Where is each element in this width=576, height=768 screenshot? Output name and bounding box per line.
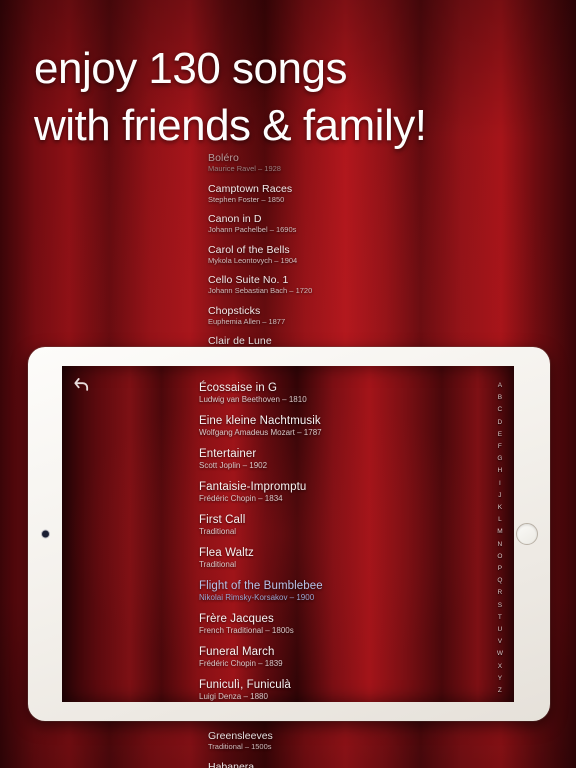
list-item: HabaneraGeorges Bizet – 1875	[208, 761, 508, 768]
tablet-device: Écossaise in G Ludwig van Beethoven – 181…	[28, 347, 550, 721]
alphabet-index-letter[interactable]: C	[498, 404, 503, 416]
list-item: Camptown Races Stephen Foster – 1850	[208, 183, 508, 205]
alphabet-index-letter[interactable]: Q	[497, 575, 502, 587]
alphabet-index-letter[interactable]: F	[498, 441, 502, 453]
alphabet-index[interactable]: ABCDEFGHIJKLMNOPQRSTUVWXYZ	[492, 380, 508, 697]
alphabet-index-letter[interactable]: T	[498, 612, 502, 624]
song-title: Carol of the Bells	[208, 243, 290, 256]
song-meta: Traditional	[199, 527, 237, 536]
song-meta: Maurice Ravel – 1928	[208, 164, 281, 173]
background-song-list-bottom: GreensleevesTraditional – 1500sHabaneraG…	[208, 730, 508, 768]
song-meta: Traditional	[199, 560, 237, 569]
song-title: Chopsticks	[208, 304, 261, 317]
alphabet-index-letter[interactable]: P	[498, 563, 503, 575]
alphabet-index-letter[interactable]: G	[497, 453, 502, 465]
song-title: Entertainer	[199, 448, 257, 460]
alphabet-index-letter[interactable]: O	[497, 551, 502, 563]
song-list-item[interactable]: Écossaise in G Ludwig van Beethoven – 181…	[197, 382, 447, 406]
song-title: Greensleeves	[208, 730, 273, 742]
alphabet-index-letter[interactable]: D	[498, 417, 503, 429]
song-title: Canon in D	[208, 213, 262, 225]
song-title: Habanera	[208, 760, 255, 768]
song-meta: Ludwig van Beethoven – 1810	[199, 395, 307, 404]
alphabet-index-letter[interactable]: S	[498, 600, 503, 612]
front-camera-dot	[42, 530, 49, 538]
alphabet-index-letter[interactable]: Z	[498, 685, 502, 697]
song-list-item[interactable]: Frère Jacques French Traditional – 1800s	[197, 613, 447, 637]
tablet-screen: Écossaise in G Ludwig van Beethoven – 181…	[62, 366, 514, 702]
list-item: Carol of the Bells Mykola Leontovych – 19…	[208, 244, 508, 266]
song-list[interactable]: Écossaise in G Ludwig van Beethoven – 181…	[197, 382, 447, 702]
song-title: Funeral March	[199, 646, 275, 658]
list-item: Canon in D Johann Pachelbel – 1690s	[208, 213, 508, 235]
song-meta: Frédéric Chopin – 1839	[199, 659, 283, 668]
list-item: Chopsticks Euphemia Allen – 1877	[208, 305, 508, 327]
alphabet-index-letter[interactable]: I	[499, 478, 501, 490]
song-title: First Call	[199, 514, 246, 526]
alphabet-index-letter[interactable]: V	[498, 636, 503, 648]
song-title: Clair de Lune	[208, 335, 272, 347]
alphabet-index-letter[interactable]: W	[497, 648, 503, 660]
alphabet-index-letter[interactable]: X	[498, 661, 503, 673]
alphabet-index-letter[interactable]: L	[498, 514, 502, 526]
song-title: Flight of the Bumblebee	[199, 580, 323, 592]
alphabet-index-letter[interactable]: M	[497, 526, 503, 538]
song-list-item[interactable]: Flight of the Bumblebee Nikolai Rimsky-Ko…	[197, 580, 447, 604]
alphabet-index-letter[interactable]: E	[498, 429, 503, 441]
page-title: enjoy 130 songs with friends & family!	[34, 40, 554, 154]
list-item: Cello Suite No. 1 Johann Sebastian Bach –…	[208, 274, 508, 296]
alphabet-index-letter[interactable]: J	[498, 490, 501, 502]
app-promo-screen: enjoy 130 songs with friends & family! B…	[0, 0, 576, 768]
song-title: Camptown Races	[208, 182, 293, 195]
back-arrow-icon[interactable]	[72, 374, 92, 394]
song-meta: Johann Pachelbel – 1690s	[208, 225, 297, 234]
list-item: Greensleeves Traditional – 1500s	[208, 730, 508, 752]
list-item: Boléro Maurice Ravel – 1928	[208, 152, 508, 174]
song-meta: Stephen Foster – 1850	[208, 194, 285, 204]
alphabet-index-letter[interactable]: A	[498, 380, 503, 392]
song-meta: Scott Joplin – 1902	[199, 461, 268, 470]
song-meta: Johann Sebastian Bach – 1720	[208, 286, 313, 295]
song-meta: Nikolai Rimsky-Korsakov – 1900	[199, 593, 315, 602]
song-list-item[interactable]: Funiculì, Funiculà Luigi Denza – 1880	[197, 679, 447, 702]
home-button[interactable]	[516, 523, 538, 545]
alphabet-index-letter[interactable]: N	[498, 539, 503, 551]
song-list-item[interactable]: Entertainer Scott Joplin – 1902	[197, 448, 447, 472]
song-meta: French Traditional – 1800s	[199, 626, 294, 635]
song-meta: Luigi Denza – 1880	[199, 692, 268, 701]
song-title: Écossaise in G	[199, 382, 278, 394]
song-title: Fantaisie-Impromptu	[199, 481, 307, 493]
song-title: Cello Suite No. 1	[208, 274, 289, 286]
song-title: Funiculì, Funiculà	[199, 679, 291, 691]
alphabet-index-letter[interactable]: U	[498, 624, 503, 636]
alphabet-index-letter[interactable]: Y	[498, 673, 503, 685]
song-list-item[interactable]: Funeral March Frédéric Chopin – 1839	[197, 646, 447, 670]
song-title: Frère Jacques	[199, 613, 274, 625]
song-list-item[interactable]: Eine kleine Nachtmusik Wolfgang Amadeus M…	[197, 415, 447, 439]
song-title: Eine kleine Nachtmusik	[199, 415, 321, 427]
song-meta: Wolfgang Amadeus Mozart – 1787	[199, 428, 322, 437]
alphabet-index-letter[interactable]: H	[498, 465, 503, 477]
song-list-item[interactable]: First Call Traditional	[197, 514, 447, 538]
song-title: Flea Waltz	[199, 547, 254, 559]
song-meta: Mykola Leontovych – 1904	[208, 255, 298, 265]
song-meta: Traditional – 1500s	[208, 742, 272, 751]
song-list-item[interactable]: Fantaisie-Impromptu Frédéric Chopin – 183…	[197, 481, 447, 505]
song-meta: Frédéric Chopin – 1834	[199, 494, 283, 503]
alphabet-index-letter[interactable]: R	[498, 587, 503, 599]
headline-line-1: enjoy 130 songs	[34, 44, 347, 93]
song-meta: Euphemia Allen – 1877	[208, 316, 286, 326]
alphabet-index-letter[interactable]: K	[498, 502, 503, 514]
song-list-item[interactable]: Flea Waltz Traditional	[197, 547, 447, 571]
alphabet-index-letter[interactable]: B	[498, 392, 503, 404]
headline-line-2: with friends & family!	[34, 101, 427, 150]
